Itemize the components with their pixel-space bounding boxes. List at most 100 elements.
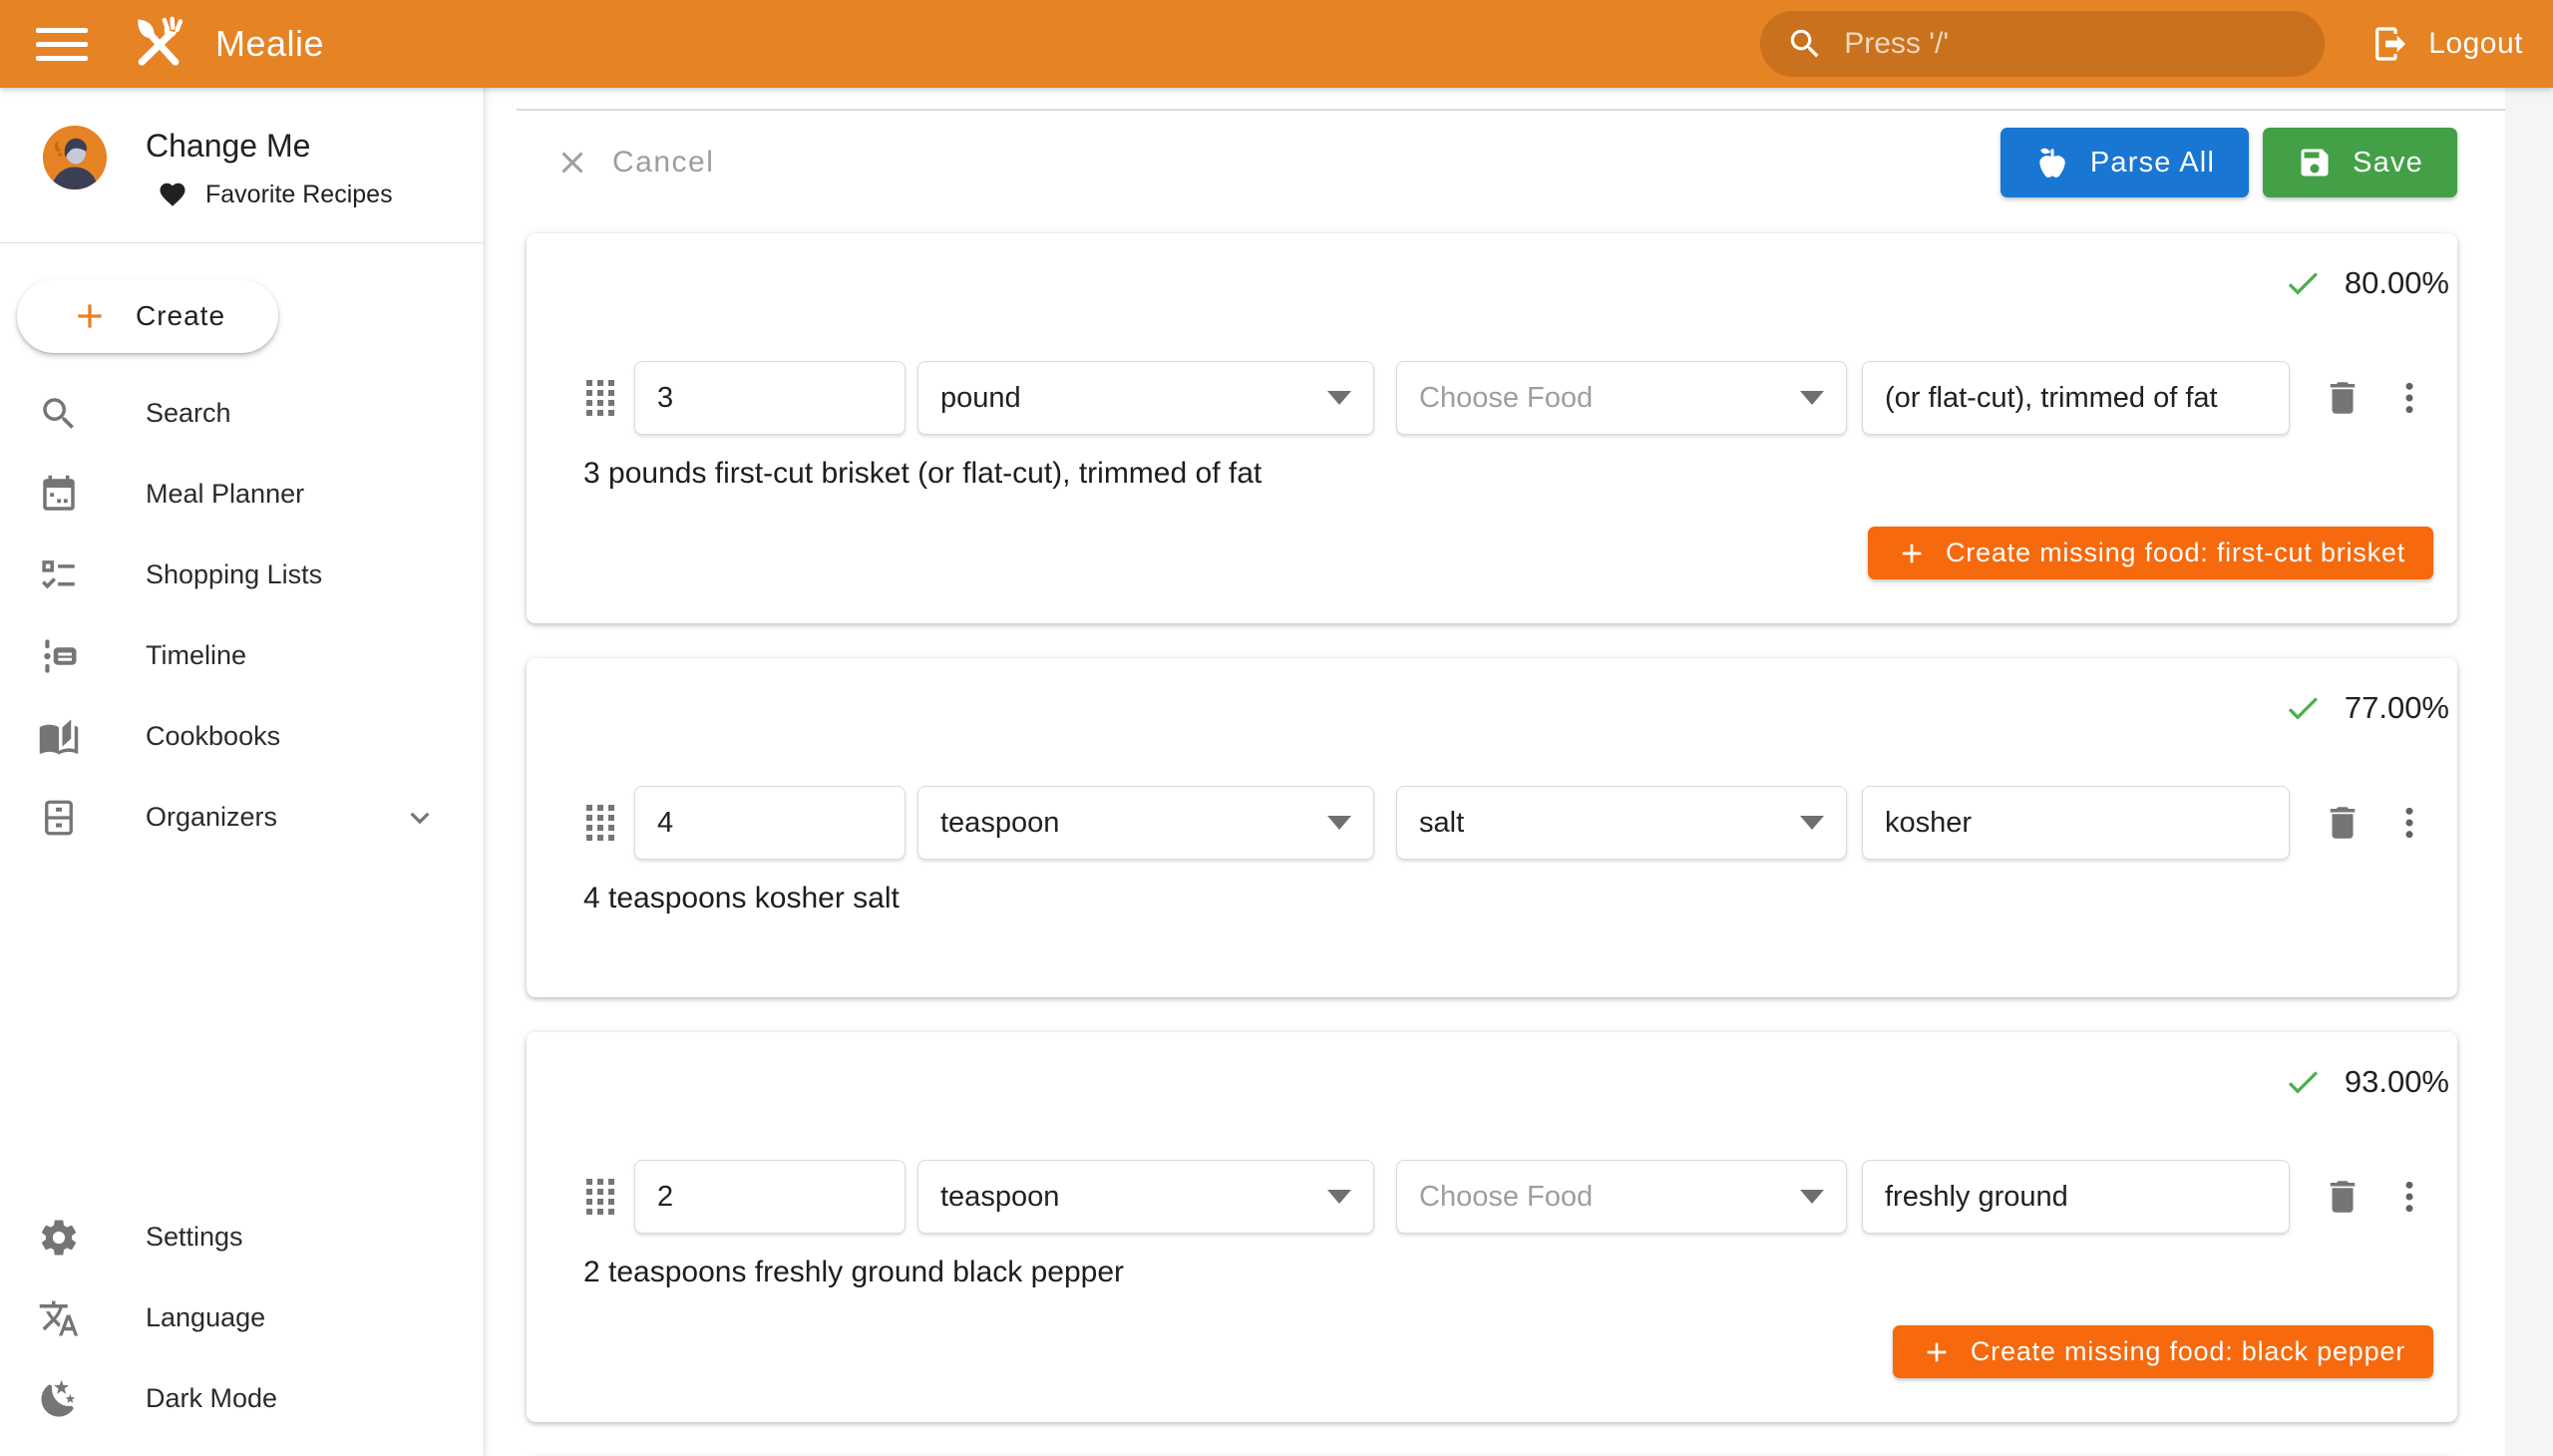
sidebar-item-meal-planner[interactable]: Meal Planner [0,454,483,535]
quantity-field[interactable] [634,1160,906,1234]
note-input[interactable] [1885,807,2267,840]
note-field[interactable] [1862,786,2290,860]
unit-select[interactable] [917,361,1374,435]
check-icon [2283,688,2323,728]
user-profile[interactable]: Change Me Favorite Recipes [0,88,484,242]
plus-icon [1896,538,1928,569]
drag-handle-icon[interactable] [586,380,614,416]
ingredient-card: 93.00% 2 teaspoons freshly ground black … [527,1032,2457,1422]
user-name: Change Me [146,128,310,165]
ingredient-parser-panel: Cancel Parse All Save 80.00% [485,88,2505,1456]
sidebar-item-language[interactable]: Language [0,1277,483,1358]
magnify-icon [38,393,80,435]
kebab-menu-icon[interactable] [2389,378,2429,418]
dropdown-arrow-icon [1327,391,1351,405]
search-icon [1786,25,1824,63]
cancel-button[interactable]: Cancel [527,128,734,197]
sidebar-item-label: Dark Mode [146,1383,277,1414]
original-ingredient-text: 3 pounds first-cut brisket (or flat-cut)… [583,457,2429,495]
sidebar-item-shopping-lists[interactable]: Shopping Lists [0,535,483,615]
quantity-input[interactable] [657,382,883,415]
save-label: Save [2353,147,2423,180]
gear-icon [38,1217,80,1259]
calendar-icon [38,474,80,516]
original-ingredient-text: 2 teaspoons freshly ground black pepper [583,1256,2429,1293]
delete-icon[interactable] [2322,377,2364,419]
quantity-input[interactable] [657,1181,883,1214]
sidebar-item-label: Search [146,398,231,429]
note-input[interactable] [1885,382,2267,415]
create-missing-food-button[interactable]: Create missing food: black pepper [1893,1325,2433,1378]
delete-icon[interactable] [2322,1176,2364,1218]
unit-input[interactable] [940,807,1315,840]
sidebar-item-dark-mode[interactable]: Dark Mode [0,1358,483,1439]
logout-button[interactable]: Logout [2371,24,2523,64]
sidebar-item-cookbooks[interactable]: Cookbooks [0,696,483,777]
unit-select[interactable] [917,786,1374,860]
food-input[interactable] [1419,1181,1788,1214]
menu-icon[interactable] [36,23,88,65]
apple-icon [2034,145,2070,181]
drag-handle-icon[interactable] [586,1179,614,1215]
unit-input[interactable] [940,1181,1315,1214]
sidebar-item-timeline[interactable]: Timeline [0,615,483,696]
sidebar-item-organizers[interactable]: Organizers [0,777,483,858]
dropdown-arrow-icon [1327,1190,1351,1204]
kebab-menu-icon[interactable] [2389,803,2429,843]
parser-toolbar: Cancel Parse All Save [527,128,2457,197]
sidebar-item-settings[interactable]: Settings [0,1197,483,1277]
food-input[interactable] [1419,382,1788,415]
check-icon [2283,263,2323,303]
sidebar-item-label: Organizers [146,802,277,833]
sidebar-item-label: Meal Planner [146,479,304,510]
unit-select[interactable] [917,1160,1374,1234]
heart-icon [158,180,187,209]
content-top-divider [517,109,2505,111]
app-title: Mealie [215,23,324,65]
sidebar-item-label: Shopping Lists [146,559,322,590]
favorite-recipes-link[interactable]: Favorite Recipes [158,180,393,209]
scrollbar-gutter[interactable] [2505,88,2553,1456]
quantity-input[interactable] [657,807,883,840]
ingredient-card: 77.00% 4 teaspoons kosher salt [527,658,2457,997]
create-label: Create [136,300,225,332]
original-ingredient-text: 4 teaspoons kosher salt [583,882,2429,919]
food-select[interactable] [1396,786,1847,860]
note-field[interactable] [1862,361,2290,435]
delete-icon[interactable] [2322,802,2364,844]
timeline-icon [38,635,80,677]
close-icon [554,145,590,181]
sidebar-item-search[interactable]: Search [0,373,483,454]
create-button[interactable]: Create [17,279,278,353]
moon-icon [38,1378,80,1420]
create-missing-food-button[interactable]: Create missing food: first-cut brisket [1868,527,2433,579]
cancel-label: Cancel [612,146,714,180]
search-input[interactable]: Press '/' [1760,11,2325,77]
confidence-row: 93.00% [527,1032,2457,1104]
logout-label: Logout [2428,27,2523,61]
book-open-icon [38,716,80,758]
dropdown-arrow-icon [1327,816,1351,830]
dropdown-arrow-icon [1800,391,1824,405]
save-button[interactable]: Save [2263,128,2457,197]
unit-input[interactable] [940,382,1315,415]
note-input[interactable] [1885,1181,2267,1214]
sidebar: Change Me Favorite Recipes Create Search… [0,88,485,1456]
check-icon [2283,1062,2323,1102]
parse-all-button[interactable]: Parse All [2001,128,2249,197]
ingredient-cards: 80.00% 3 pounds first-cut brisket (or fl… [527,233,2457,1456]
avatar [43,126,107,189]
plus-icon [1921,1336,1953,1368]
translate-icon [38,1297,80,1339]
kebab-menu-icon[interactable] [2389,1177,2429,1217]
quantity-field[interactable] [634,361,906,435]
food-input[interactable] [1419,807,1788,840]
logout-icon [2371,24,2410,64]
chevron-down-icon [401,799,439,837]
drag-handle-icon[interactable] [586,805,614,841]
food-select[interactable] [1396,1160,1847,1234]
quantity-field[interactable] [634,786,906,860]
confidence-row: 77.00% [527,658,2457,730]
note-field[interactable] [1862,1160,2290,1234]
food-select[interactable] [1396,361,1847,435]
